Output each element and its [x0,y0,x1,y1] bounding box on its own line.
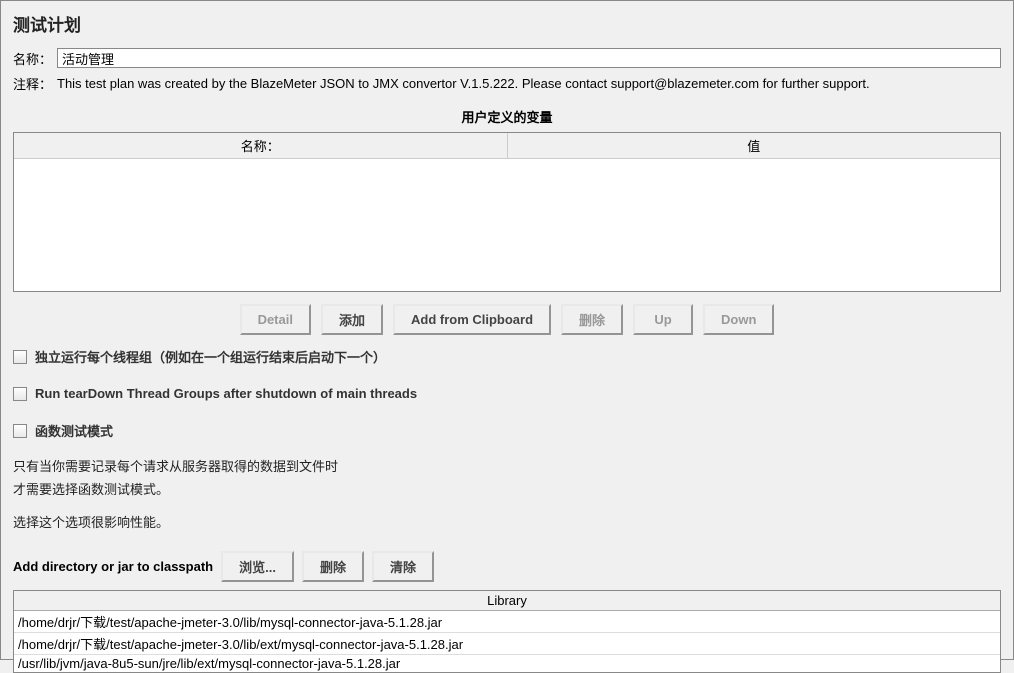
variables-section-title: 用户定义的变量 [13,107,1001,126]
column-value[interactable]: 值 [508,133,1001,158]
add-from-clipboard-button[interactable]: Add from Clipboard [393,304,551,335]
library-table: Library /home/drjr/下载/test/apache-jmeter… [13,590,1001,673]
up-button[interactable]: Up [633,304,693,335]
functional-checkbox[interactable] [13,424,27,438]
variables-button-row: Detail 添加 Add from Clipboard 删除 Up Down [13,304,1001,335]
comments-field-row: 注释： This test plan was created by the Bl… [13,74,1001,93]
name-label: 名称： [13,49,57,68]
browse-button[interactable]: 浏览... [221,551,294,582]
functional-checkbox-row: 函数测试模式 [13,421,1001,440]
down-button[interactable]: Down [703,304,774,335]
library-row[interactable]: /home/drjr/下载/test/apache-jmeter-3.0/lib… [14,611,1000,633]
teardown-checkbox-row: Run tearDown Thread Groups after shutdow… [13,386,1001,401]
comments-value: This test plan was created by the BlazeM… [57,76,870,91]
delete-button[interactable]: 删除 [561,304,623,335]
detail-button[interactable]: Detail [240,304,311,335]
clear-button[interactable]: 清除 [372,551,434,582]
library-header[interactable]: Library [14,591,1000,611]
add-button[interactable]: 添加 [321,304,383,335]
helper-line3: 选择这个选项很影响性能。 [13,513,1001,533]
page-title: 测试计划 [13,11,1001,36]
classpath-label: Add directory or jar to classpath [13,559,213,574]
variables-table: 名称： 值 [13,132,1001,292]
independent-checkbox-row: 独立运行每个线程组（例如在一个组运行结束后启动下一个） [13,347,1001,366]
library-row[interactable]: /usr/lib/jvm/java-8u5-sun/jre/lib/ext/my… [14,655,1000,672]
functional-label: 函数测试模式 [35,421,113,440]
classpath-delete-button[interactable]: 删除 [302,551,364,582]
name-input[interactable] [57,48,1001,68]
helper-line1: 只有当你需要记录每个请求从服务器取得的数据到文件时 [13,457,1001,477]
teardown-checkbox[interactable] [13,387,27,401]
independent-checkbox[interactable] [13,350,27,364]
library-row[interactable]: /home/drjr/下载/test/apache-jmeter-3.0/lib… [14,633,1000,655]
test-plan-panel: 测试计划 名称： 注释： This test plan was created … [0,0,1014,660]
variables-table-body[interactable] [14,159,1000,291]
comments-label: 注释： [13,74,57,93]
helper-line2: 才需要选择函数测试模式。 [13,480,1001,500]
teardown-label: Run tearDown Thread Groups after shutdow… [35,386,417,401]
name-field-row: 名称： [13,48,1001,68]
column-name[interactable]: 名称： [14,133,508,158]
variables-table-header: 名称： 值 [14,133,1000,159]
independent-label: 独立运行每个线程组（例如在一个组运行结束后启动下一个） [35,347,386,366]
classpath-row: Add directory or jar to classpath 浏览... … [13,551,1001,582]
